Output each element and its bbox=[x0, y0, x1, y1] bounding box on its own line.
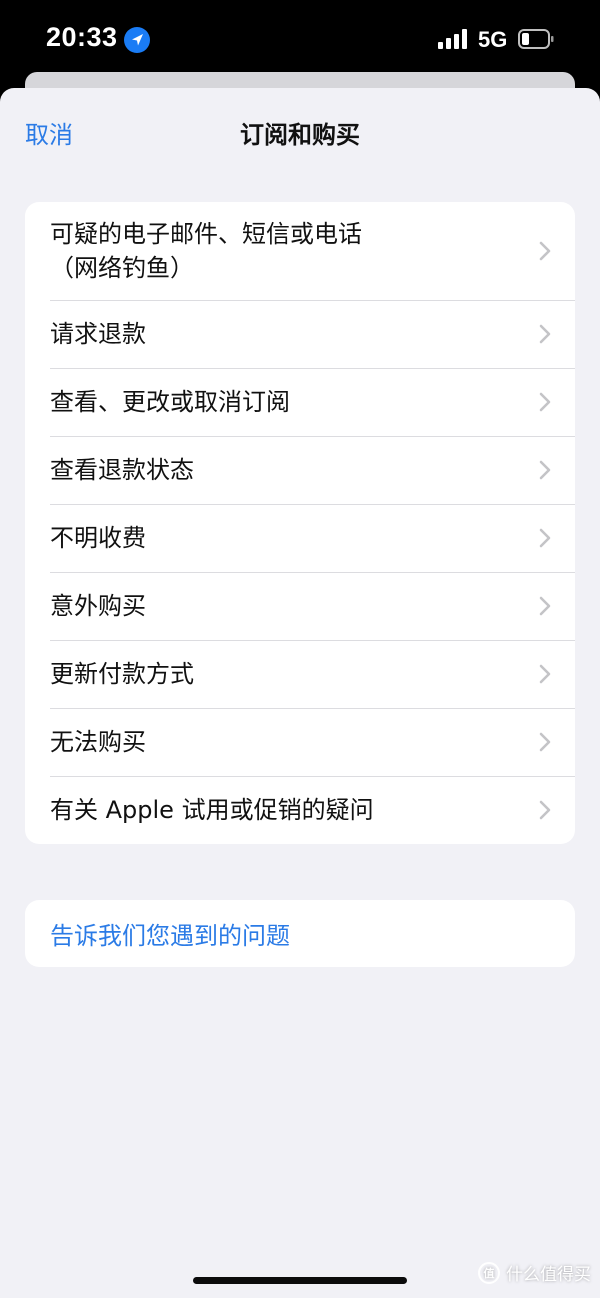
list-item-label: 可疑的电子邮件、短信或电话 （网络钓鱼） bbox=[50, 220, 362, 282]
list-item-label: 有关 Apple 试用或促销的疑问 bbox=[50, 796, 374, 824]
watermark-logo-icon: 值 bbox=[478, 1261, 500, 1284]
list-item-label: 查看、更改或取消订阅 bbox=[50, 388, 290, 416]
list-item-trial-promo-questions[interactable]: 有关 Apple 试用或促销的疑问 bbox=[25, 776, 575, 844]
list-item-label: 查看退款状态 bbox=[50, 456, 194, 484]
watermark: 值 什么值得买 bbox=[478, 1260, 591, 1285]
list-item-manage-subscriptions[interactable]: 查看、更改或取消订阅 bbox=[25, 368, 575, 436]
navigation-bar: 取消 订阅和购买 bbox=[0, 88, 600, 176]
topic-list: 可疑的电子邮件、短信或电话 （网络钓鱼） 请求退款 查看、更改或取消订阅 查看退… bbox=[25, 202, 575, 844]
status-bar: 20:33 5G bbox=[0, 0, 600, 80]
list-item-label: 请求退款 bbox=[50, 320, 146, 348]
list-item-phishing[interactable]: 可疑的电子邮件、短信或电话 （网络钓鱼） bbox=[25, 202, 575, 300]
chevron-right-icon bbox=[539, 800, 551, 820]
subscriptions-sheet: 取消 订阅和购买 可疑的电子邮件、短信或电话 （网络钓鱼） 请求退款 查看、更改… bbox=[0, 88, 600, 1298]
chevron-right-icon bbox=[539, 664, 551, 684]
page-title: 订阅和购买 bbox=[240, 121, 360, 149]
chevron-right-icon bbox=[539, 460, 551, 480]
status-time: 20:33 bbox=[46, 22, 118, 52]
list-item-cannot-purchase[interactable]: 无法购买 bbox=[25, 708, 575, 776]
list-item-label: 无法购买 bbox=[50, 728, 146, 756]
home-indicator[interactable] bbox=[193, 1277, 407, 1284]
list-item-label: 意外购买 bbox=[50, 592, 146, 620]
feedback-card: 告诉我们您遇到的问题 bbox=[25, 900, 575, 967]
list-item-refund-status[interactable]: 查看退款状态 bbox=[25, 436, 575, 504]
battery-icon bbox=[518, 28, 554, 50]
list-item-accidental-purchase[interactable]: 意外购买 bbox=[25, 572, 575, 640]
list-item-unknown-charge[interactable]: 不明收费 bbox=[25, 504, 575, 572]
chevron-right-icon bbox=[539, 732, 551, 752]
list-item-update-payment[interactable]: 更新付款方式 bbox=[25, 640, 575, 708]
chevron-right-icon bbox=[539, 241, 551, 261]
tell-us-problem-link[interactable]: 告诉我们您遇到的问题 bbox=[25, 900, 575, 967]
list-item-label: 更新付款方式 bbox=[50, 660, 194, 688]
network-type-label: 5G bbox=[478, 27, 508, 52]
list-item-label: 不明收费 bbox=[50, 524, 146, 552]
chevron-right-icon bbox=[539, 324, 551, 344]
chevron-right-icon bbox=[539, 528, 551, 548]
chevron-right-icon bbox=[539, 596, 551, 616]
list-item-request-refund[interactable]: 请求退款 bbox=[25, 300, 575, 368]
cellular-signal-icon bbox=[438, 29, 470, 49]
chevron-right-icon bbox=[539, 392, 551, 412]
location-arrow-icon bbox=[124, 27, 150, 53]
watermark-text: 什么值得买 bbox=[506, 1265, 591, 1285]
